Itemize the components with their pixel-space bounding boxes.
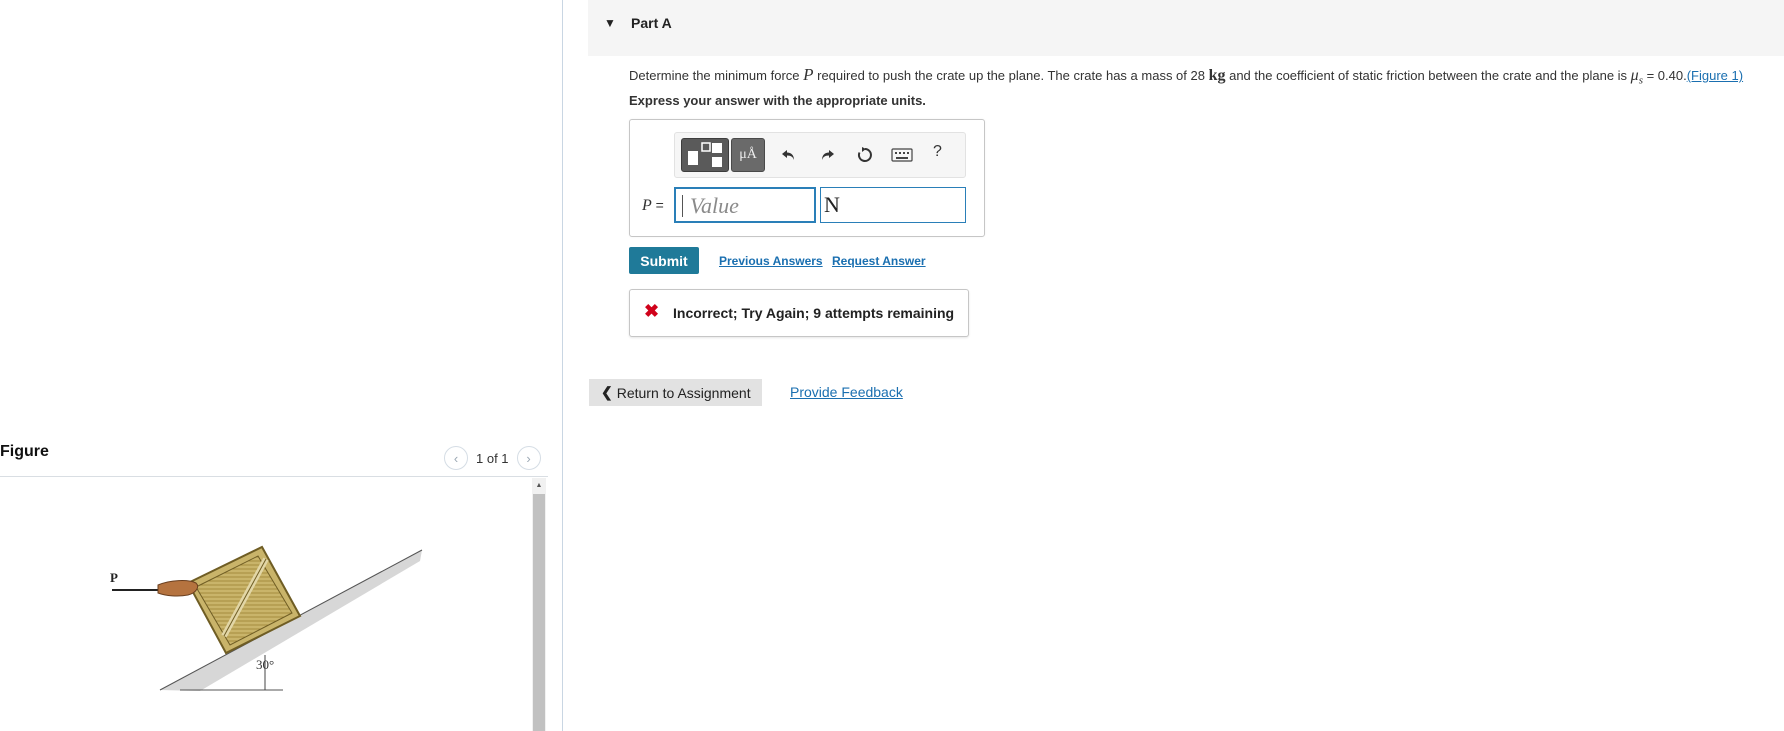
redo-button[interactable] (817, 145, 837, 165)
figure-divider (0, 476, 548, 477)
chevron-left-icon: ❮ (601, 384, 613, 400)
help-icon[interactable]: ? (933, 143, 942, 161)
answer-instructions: Express your answer with the appropriate… (629, 93, 926, 108)
templates-button[interactable] (681, 138, 729, 172)
math-toolbar: μÅ ? (674, 132, 966, 178)
scroll-up-arrow-icon[interactable]: ▲ (532, 478, 546, 492)
text-cursor (682, 195, 683, 217)
mass-unit: kg (1208, 67, 1226, 84)
angle-label: 30° (256, 657, 274, 672)
var-p: P (803, 65, 814, 84)
unit-value: N (824, 192, 840, 217)
previous-figure-button[interactable]: ‹ (444, 446, 468, 470)
figure-scrollbar[interactable]: ▲ (532, 478, 546, 731)
feedback-message: ✖ Incorrect; Try Again; 9 attempts remai… (629, 289, 969, 337)
reset-button[interactable] (855, 145, 875, 165)
part-header[interactable]: ▼ Part A (588, 0, 1784, 56)
keyboard-icon (891, 148, 913, 162)
figure-pane: Figure ‹ 1 of 1 › P 30° ▲ (0, 0, 563, 731)
figure-title: Figure (0, 443, 49, 460)
force-p-label: P (110, 570, 118, 585)
unit-input[interactable]: N (820, 187, 966, 223)
feedback-text: Incorrect; Try Again; 9 attempts remaini… (673, 305, 955, 321)
return-label: Return to Assignment (616, 384, 751, 401)
push-hand (112, 580, 199, 597)
answer-box: μÅ ? P = Value N (629, 119, 985, 237)
redo-icon (822, 150, 834, 160)
caret-down-icon[interactable]: ▼ (604, 16, 616, 30)
value-placeholder: Value (690, 193, 739, 218)
next-figure-button[interactable]: › (516, 446, 541, 470)
answer-label: P = (642, 197, 664, 214)
figure-image: P 30° (100, 535, 430, 700)
scroll-thumb[interactable] (533, 494, 545, 731)
templates-icon (688, 142, 722, 167)
question-text: Determine the minimum force P required t… (629, 65, 1744, 87)
previous-answers-link[interactable]: Previous Answers (719, 254, 823, 268)
undo-icon (782, 150, 794, 160)
provide-feedback-link[interactable]: Provide Feedback (790, 384, 903, 400)
reset-icon (857, 147, 872, 162)
units-icon: μÅ (739, 147, 757, 162)
mu-symbol: μ (1630, 67, 1639, 84)
figure-pager: ‹ 1 of 1 › (444, 446, 541, 470)
units-button[interactable]: μÅ (731, 138, 765, 172)
chevron-right-icon: › (526, 450, 531, 466)
value-input[interactable]: Value (674, 187, 816, 223)
part-title: Part A (631, 15, 672, 31)
figure-link[interactable]: (Figure 1) (1687, 68, 1743, 83)
x-icon: ✖ (644, 301, 660, 321)
submit-button[interactable]: Submit (629, 247, 699, 274)
request-answer-link[interactable]: Request Answer (832, 254, 926, 268)
keyboard-button[interactable] (889, 145, 915, 165)
chevron-left-icon: ‹ (453, 450, 459, 466)
undo-button[interactable] (779, 145, 799, 165)
figure-page-count: 1 of 1 (476, 450, 509, 466)
crate-on-incline-diagram: P 30° (110, 545, 423, 691)
return-to-assignment-button[interactable]: ❮ Return to Assignment (589, 379, 762, 406)
